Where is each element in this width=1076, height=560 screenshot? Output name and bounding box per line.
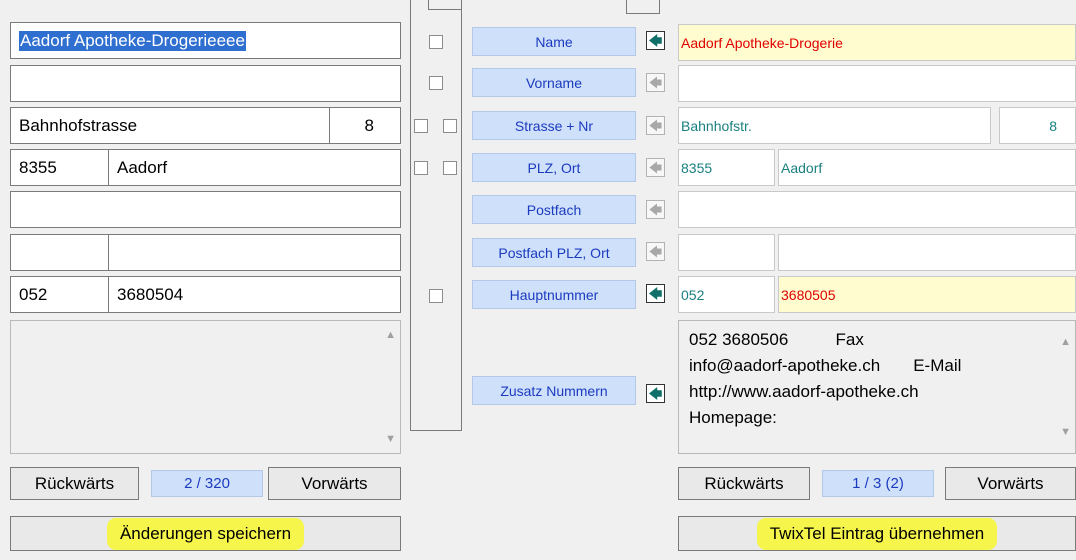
left-zusatz-memo[interactable]: ▲ ▼ (10, 320, 401, 454)
zusatz-line: 052 3680506 Fax (689, 330, 864, 349)
checkbox-strasse[interactable] (414, 119, 428, 133)
checkbox-nr[interactable] (443, 119, 457, 133)
label-postfach: Postfach (472, 195, 636, 224)
left-record-counter: 2 / 320 (151, 470, 263, 497)
copy-hauptnummer-arrow-icon[interactable]: 🡄 (646, 284, 665, 303)
right-back-label: Rückwärts (704, 473, 784, 493)
left-postfach-plz-field[interactable] (10, 234, 109, 271)
right-postfach-ort-field[interactable] (778, 234, 1076, 271)
right-vorname-field[interactable] (678, 65, 1076, 102)
copy-zusatz-arrow-icon[interactable]: 🡄 (646, 384, 665, 403)
right-postfach-field[interactable] (678, 191, 1076, 228)
left-back-label: Rückwärts (34, 473, 115, 493)
left-ort-field[interactable]: Aadorf (108, 149, 401, 186)
label-name: Name (472, 27, 636, 56)
left-vorwahl-field[interactable]: 052 (10, 276, 109, 313)
right-postfach-plz-field[interactable] (678, 234, 775, 271)
top-indicator (428, 0, 462, 10)
right-forward-label: Vorwärts (977, 473, 1044, 493)
accept-twixtel-label: TwixTel Eintrag übernehmen (759, 520, 995, 547)
right-zusatz-memo[interactable]: 052 3680506 Fax info@aadorf-apotheke.ch … (678, 320, 1076, 454)
right-vorwahl-field[interactable]: 052 (678, 276, 775, 313)
zusatz-line: Homepage: (689, 408, 777, 427)
scroll-down-icon[interactable]: ▼ (385, 433, 396, 445)
checkbox-ort[interactable] (443, 161, 457, 175)
label-vorname: Vorname (472, 68, 636, 97)
zusatz-line: http://www.aadorf-apotheke.ch (689, 382, 919, 401)
checkbox-plz[interactable] (414, 161, 428, 175)
save-changes-button[interactable]: Änderungen speichern (10, 516, 401, 551)
copy-postfach-plz-ort-arrow-icon[interactable]: 🡄 (646, 242, 665, 261)
save-changes-label: Änderungen speichern (109, 520, 302, 547)
left-vorname-field[interactable] (10, 65, 401, 102)
left-strasse-field[interactable]: Bahnhofstrasse (10, 107, 330, 144)
label-zusatz-nummern: Zusatz Nummern (472, 376, 636, 405)
checkbox-name[interactable] (429, 35, 443, 49)
right-strasse-field[interactable]: Bahnhofstr. (678, 107, 991, 144)
top-partial-button[interactable] (626, 0, 660, 14)
right-nr-field[interactable]: 8 (999, 107, 1076, 144)
scroll-up-icon[interactable]: ▲ (385, 329, 396, 341)
left-forward-label: Vorwärts (301, 473, 368, 493)
copy-plz-ort-arrow-icon[interactable]: 🡄 (646, 158, 665, 177)
copy-strasse-arrow-icon[interactable]: 🡄 (646, 116, 665, 135)
copy-postfach-arrow-icon[interactable]: 🡄 (646, 200, 665, 219)
center-panel-border (410, 0, 462, 431)
left-name-value: Aadorf Apotheke-Drogerieeee (19, 30, 246, 51)
copy-vorname-arrow-icon[interactable]: 🡄 (646, 73, 665, 92)
left-forward-button[interactable]: Vorwärts (268, 467, 401, 500)
scroll-up-icon[interactable]: ▲ (1060, 329, 1071, 355)
right-nummer-field[interactable]: 3680505 (778, 276, 1076, 313)
right-name-field[interactable]: Aadorf Apotheke-Drogerie (678, 24, 1076, 61)
label-strasse-nr: Strasse + Nr (472, 111, 636, 140)
left-postfach-field[interactable] (10, 191, 401, 228)
right-ort-field[interactable]: Aadorf (778, 149, 1076, 186)
zusatz-line: info@aadorf-apotheke.ch E-Mail (689, 356, 962, 375)
left-nr-field[interactable]: 8 (329, 107, 401, 144)
label-hauptnummer: Hauptnummer (472, 280, 636, 309)
left-name-field[interactable]: Aadorf Apotheke-Drogerieeee (10, 22, 401, 59)
left-postfach-ort-field[interactable] (108, 234, 401, 271)
right-forward-button[interactable]: Vorwärts (945, 467, 1076, 500)
accept-twixtel-button[interactable]: TwixTel Eintrag übernehmen (678, 516, 1076, 551)
left-plz-field[interactable]: 8355 (10, 149, 109, 186)
checkbox-hauptnummer[interactable] (429, 289, 443, 303)
checkbox-vorname[interactable] (429, 76, 443, 90)
label-plz-ort: PLZ, Ort (472, 153, 636, 182)
label-postfach-plz-ort: Postfach PLZ, Ort (472, 238, 636, 267)
scroll-down-icon[interactable]: ▼ (1060, 419, 1071, 445)
right-plz-field[interactable]: 8355 (678, 149, 775, 186)
left-back-button[interactable]: Rückwärts (10, 467, 139, 500)
left-nummer-field[interactable]: 3680504 (108, 276, 401, 313)
copy-name-arrow-icon[interactable]: 🡄 (646, 31, 665, 50)
right-back-button[interactable]: Rückwärts (678, 467, 810, 500)
right-record-counter: 1 / 3 (2) (822, 470, 934, 497)
